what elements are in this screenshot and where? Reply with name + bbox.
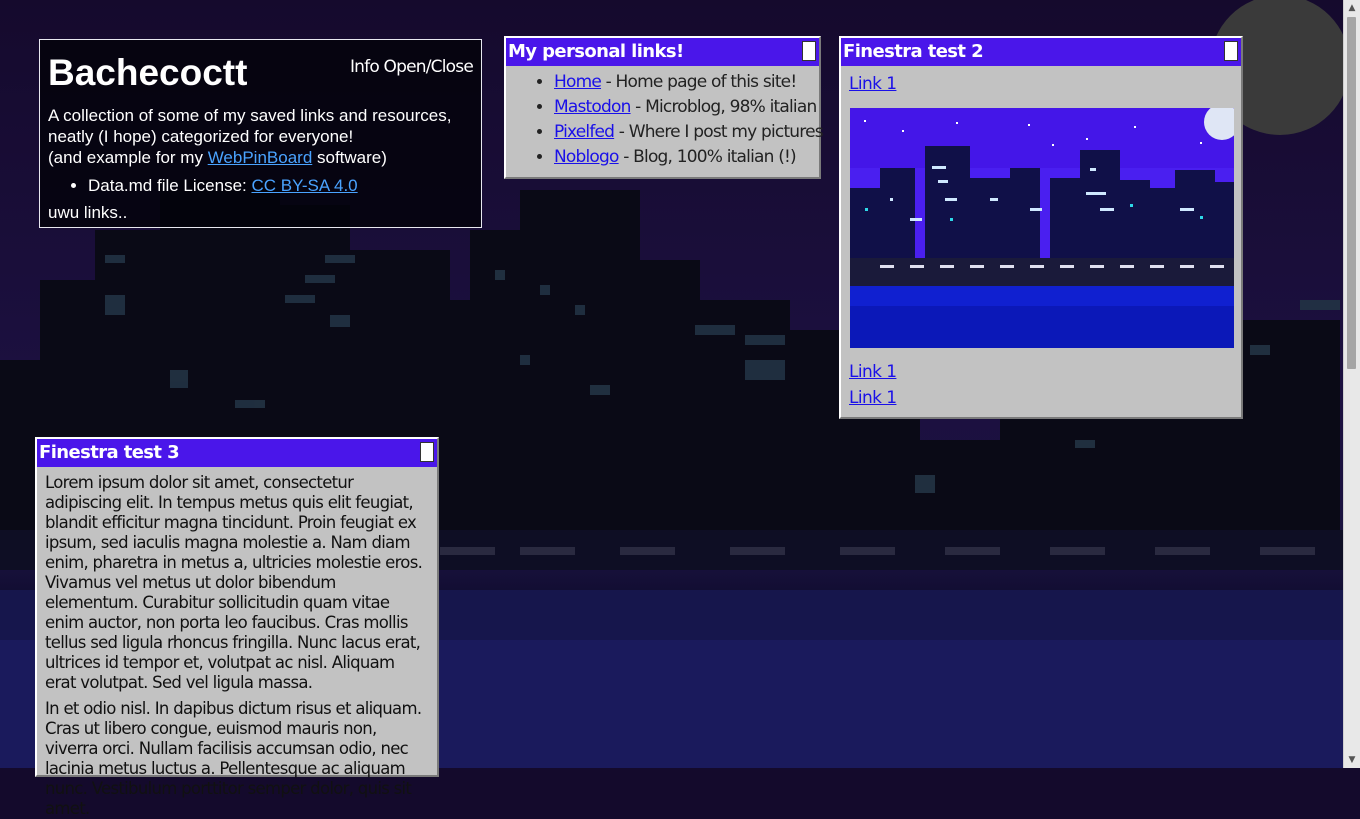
scroll-up-arrow-icon[interactable]: ▲: [1344, 0, 1360, 16]
info-footer: uwu links..: [48, 203, 128, 222]
list-item: Pixelfed - Where I post my pictures: [554, 120, 824, 145]
description-suffix: software): [312, 148, 387, 167]
home-link[interactable]: Home: [554, 72, 602, 92]
link-description: - Blog, 100% italian (!): [618, 147, 796, 167]
personal-links-title: My personal links!: [508, 41, 684, 62]
window-toggle-button[interactable]: [420, 442, 434, 462]
description-prefix: (and example for my: [48, 148, 208, 167]
license-label: Data.md file License:: [88, 176, 252, 195]
license-list: Data.md file License: CC BY-SA 4.0: [48, 175, 478, 197]
list-item: Home - Home page of this site!: [554, 70, 819, 95]
finestra-test-3-window: Finestra test 3 Lorem ipsum dolor sit am…: [35, 437, 439, 818]
scrollbar-thumb[interactable]: [1347, 17, 1356, 369]
link-1-bottom-a[interactable]: Link 1: [849, 362, 897, 382]
finestra-test-3-title: Finestra test 3: [39, 442, 180, 463]
list-item: Mastodon - Microblog, 98% italian: [554, 95, 819, 120]
finestra-test-2-titlebar[interactable]: Finestra test 2: [841, 38, 1241, 66]
link-description: - Microblog, 98% italian: [630, 97, 817, 117]
finestra-test-3-titlebar[interactable]: Finestra test 3: [37, 439, 437, 467]
site-description: A collection of some of my saved links a…: [48, 105, 478, 168]
personal-links-titlebar[interactable]: My personal links!: [506, 38, 819, 66]
link-1-top[interactable]: Link 1: [849, 74, 897, 94]
link-1-bottom-b[interactable]: Link 1: [849, 388, 897, 408]
webpinboard-link[interactable]: WebPinBoard: [208, 148, 313, 167]
site-title: Bachecoctt: [48, 52, 248, 93]
license-link[interactable]: CC BY-SA 4.0: [251, 176, 357, 195]
info-toggle-link[interactable]: Info Open/Close: [350, 57, 474, 77]
personal-links-list: Home - Home page of this site! Mastodon …: [506, 70, 824, 170]
finestra-test-2-window: Finestra test 2 Link 1 Link 1 Link 1: [839, 36, 1243, 419]
page-scrollbar[interactable]: ▲ ▼: [1343, 0, 1360, 768]
scroll-down-arrow-icon[interactable]: ▼: [1344, 752, 1360, 768]
lorem-paragraph-2: In et odio nisl. In dapibus dictum risus…: [45, 699, 422, 818]
list-item: Noblogo - Blog, 100% italian (!): [554, 145, 819, 170]
info-panel: Bachecoctt Info Open/Close A collection …: [39, 39, 482, 228]
link-description: - Where I post my pictures: [614, 122, 824, 142]
noblogo-link[interactable]: Noblogo: [554, 147, 619, 167]
link-description: - Home page of this site!: [601, 72, 798, 92]
personal-links-window: My personal links! Home - Home page of t…: [504, 36, 824, 179]
finestra-test-2-title: Finestra test 2: [843, 41, 984, 62]
mastodon-link[interactable]: Mastodon: [554, 97, 631, 117]
description-text: A collection of some of my saved links a…: [48, 106, 452, 146]
window-toggle-button[interactable]: [802, 41, 816, 61]
license-item: Data.md file License: CC BY-SA 4.0: [88, 175, 478, 197]
city-pixel-art-image: [850, 108, 1234, 348]
lorem-paragraph-1: Lorem ipsum dolor sit amet, consectetur …: [45, 473, 423, 692]
window-toggle-button[interactable]: [1224, 41, 1238, 61]
finestra-test-3-content: Lorem ipsum dolor sit amet, consectetur …: [37, 467, 437, 819]
pixelfed-link[interactable]: Pixelfed: [554, 122, 615, 142]
